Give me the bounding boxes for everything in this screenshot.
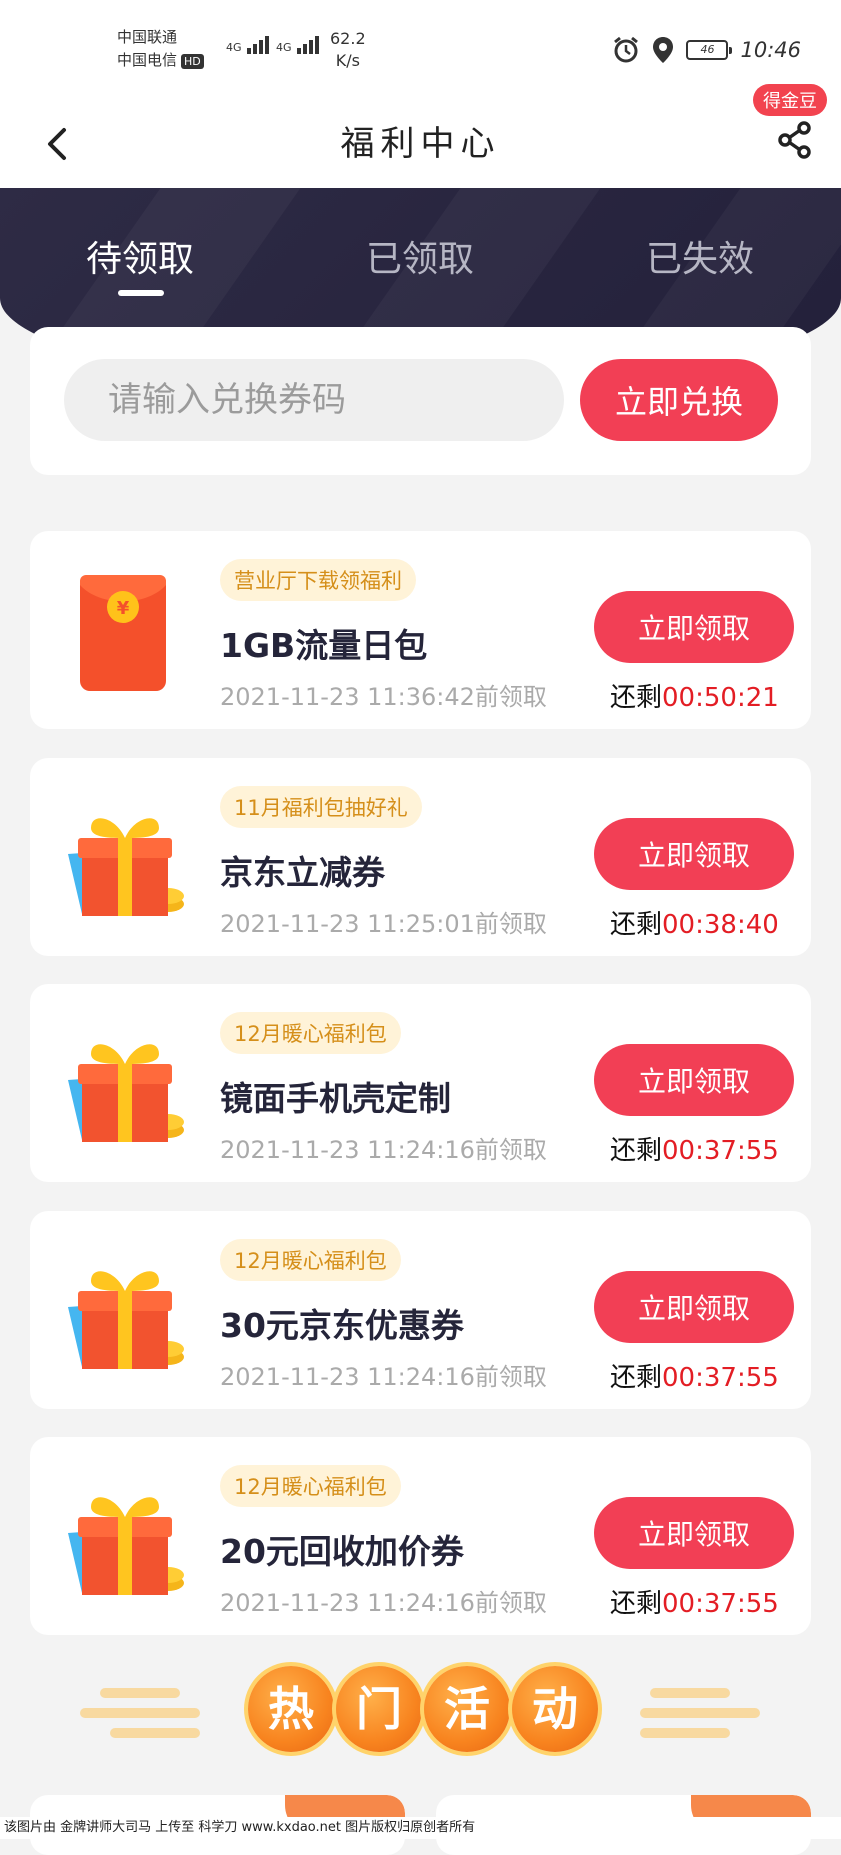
claim-button[interactable]: 立即领取 [594, 1271, 794, 1343]
claim-button[interactable]: 立即领取 [594, 591, 794, 663]
decor-line [110, 1728, 200, 1738]
decor-line [650, 1688, 730, 1698]
remaining-time: 还剩00:37:55 [610, 1136, 779, 1166]
decor-line [640, 1728, 730, 1738]
share-icon[interactable] [775, 120, 815, 160]
carrier-info: 中国联通 中国电信 HD [117, 26, 204, 72]
redeem-card: 立即兑换 [30, 327, 811, 475]
remaining-time: 还剩00:37:55 [610, 1589, 779, 1619]
carrier-2: 中国电信 [117, 51, 178, 69]
remaining-time: 还剩00:38:40 [610, 910, 779, 940]
signal-1-icon: 4G [226, 36, 270, 54]
coupon-name: 30元京东优惠券 [220, 1306, 464, 1345]
coupon-card: 12月暖心福利包 镜面手机壳定制 2021-11-23 11:24:16前领取 … [30, 984, 811, 1182]
coupon-deadline: 2021-11-23 11:36:42前领取 [220, 683, 547, 711]
signal-2-icon: 4G [276, 36, 320, 54]
tab-claimed[interactable]: 已领取 [330, 230, 510, 282]
coupon-card: ¥ 营业厅下载领福利 1GB流量日包 2021-11-23 11:36:42前领… [30, 531, 811, 729]
hot-char: 动 [512, 1666, 598, 1752]
tab-pending[interactable]: 待领取 [50, 230, 230, 282]
gift-box-icon [68, 1271, 184, 1369]
coupon-tag: 12月暖心福利包 [220, 1239, 401, 1281]
coupon-deadline: 2021-11-23 11:25:01前领取 [220, 910, 547, 938]
page-title: 福利中心 [340, 124, 501, 164]
clock: 10:46 [740, 38, 801, 62]
coupon-name: 1GB流量日包 [220, 626, 428, 665]
coupon-deadline: 2021-11-23 11:24:16前领取 [220, 1136, 547, 1164]
nav-bar: 福利中心 得金豆 [0, 84, 841, 188]
decor-line [100, 1688, 180, 1698]
coupon-tag: 12月暖心福利包 [220, 1465, 401, 1507]
coupon-name: 京东立减券 [220, 853, 385, 892]
hot-char: 热 [248, 1666, 334, 1752]
svg-text:¥: ¥ [117, 598, 130, 619]
watermark-note: 该图片由 金牌讲师大司马 上传至 科学刀 www.kxdao.net 图片版权归… [0, 1817, 841, 1839]
coupon-tag: 11月福利包抽好礼 [220, 786, 422, 828]
coupon-tag: 营业厅下载领福利 [220, 559, 416, 601]
remaining-time: 还剩00:50:21 [610, 683, 779, 713]
tab-bar: 待领取 已领取 已失效 [0, 188, 841, 308]
net-speed: 62.2 K/s [330, 29, 366, 70]
coupon-card: 12月暖心福利包 30元京东优惠券 2021-11-23 11:24:16前领取… [30, 1211, 811, 1409]
tab-expired[interactable]: 已失效 [610, 230, 790, 282]
coupon-card: 11月福利包抽好礼 京东立减券 2021-11-23 11:25:01前领取 立… [30, 758, 811, 956]
countdown: 00:37:55 [662, 1136, 779, 1166]
hot-char: 门 [336, 1666, 422, 1752]
coin-badge[interactable]: 得金豆 [753, 84, 827, 116]
countdown: 00:50:21 [662, 683, 779, 713]
hd-badge: HD [181, 54, 204, 69]
decor-line [640, 1708, 760, 1718]
carrier-1: 中国联通 [117, 28, 178, 46]
claim-button[interactable]: 立即领取 [594, 1497, 794, 1569]
hot-char: 活 [424, 1666, 510, 1752]
remaining-time: 还剩00:37:55 [610, 1363, 779, 1393]
redeem-button[interactable]: 立即兑换 [580, 359, 778, 441]
battery-icon: 46 [686, 40, 733, 60]
gift-box-icon [68, 1497, 184, 1595]
countdown: 00:38:40 [662, 910, 779, 940]
claim-button[interactable]: 立即领取 [594, 1044, 794, 1116]
hot-activities-header: 热 门 活 动 [0, 1660, 841, 1770]
coupon-name: 20元回收加价券 [220, 1532, 464, 1571]
countdown: 00:37:55 [662, 1363, 779, 1393]
coupon-deadline: 2021-11-23 11:24:16前领取 [220, 1363, 547, 1391]
countdown: 00:37:55 [662, 1589, 779, 1619]
coupon-name: 镜面手机壳定制 [220, 1079, 451, 1118]
coupon-code-input[interactable] [64, 359, 564, 441]
decor-line [80, 1708, 200, 1718]
alarm-icon [614, 36, 639, 63]
status-bar: 中国联通 中国电信 HD 4G 4G 62.2 K/s 46 10:46 [0, 0, 841, 100]
location-icon [653, 37, 674, 63]
gift-box-icon [68, 818, 184, 916]
tab-indicator [118, 290, 164, 296]
gift-box-icon [68, 1044, 184, 1142]
status-right: 46 10:46 [612, 36, 801, 64]
red-envelope-icon: ¥ [80, 575, 166, 691]
coupon-tag: 12月暖心福利包 [220, 1012, 401, 1054]
claim-button[interactable]: 立即领取 [594, 818, 794, 890]
coupon-card: 12月暖心福利包 20元回收加价券 2021-11-23 11:24:16前领取… [30, 1437, 811, 1635]
coupon-deadline: 2021-11-23 11:24:16前领取 [220, 1589, 547, 1617]
